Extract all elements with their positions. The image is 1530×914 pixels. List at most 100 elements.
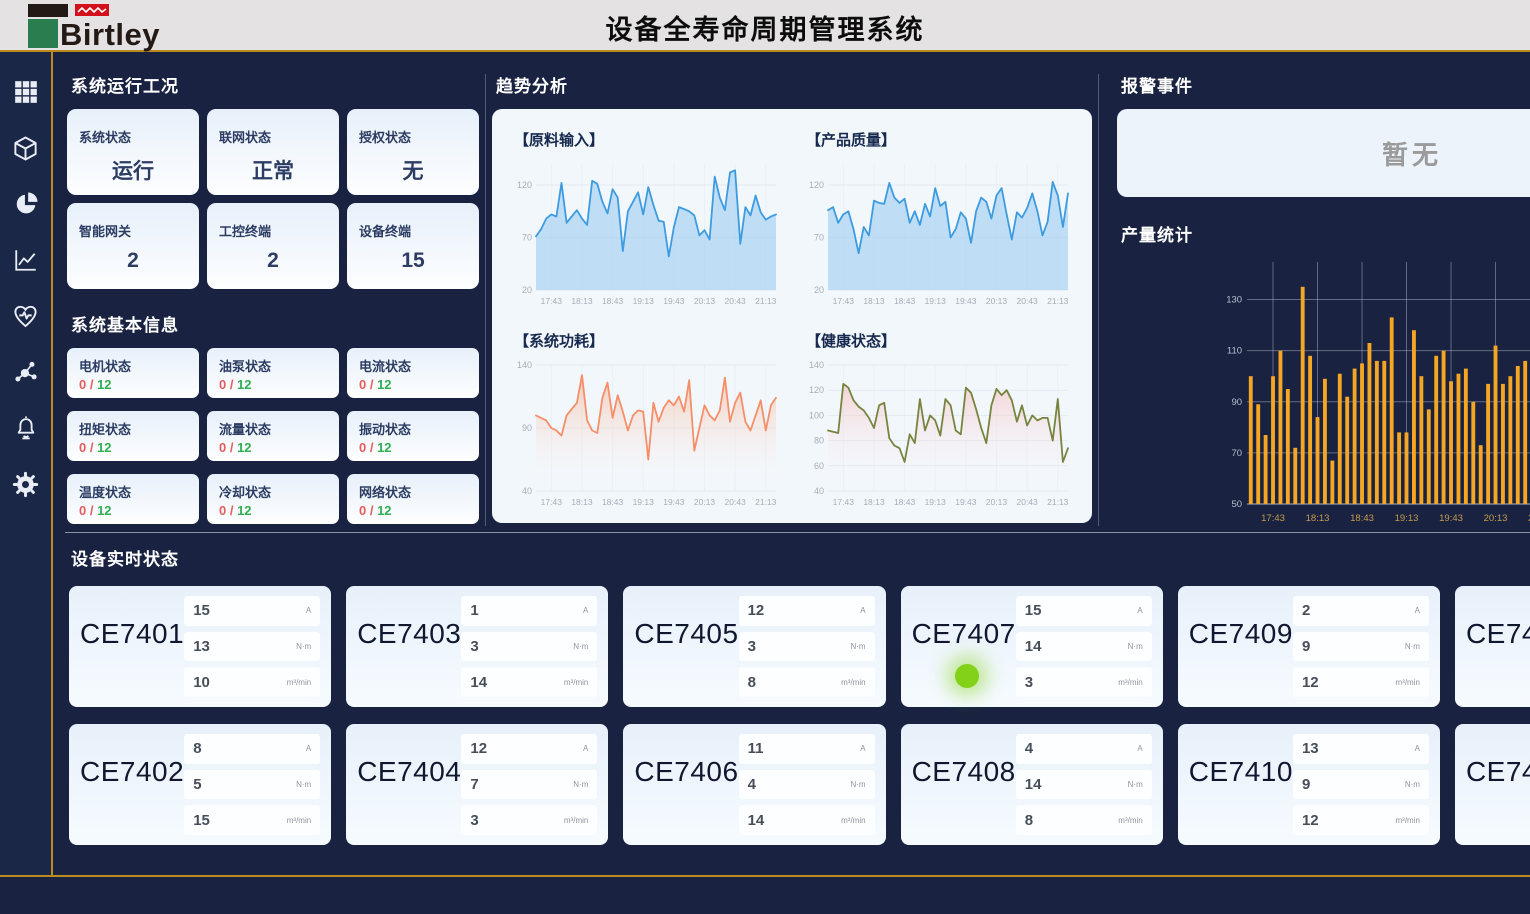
device-value: 4 (748, 776, 756, 793)
device-unit: A (1415, 606, 1420, 615)
info-card-value: 0 / 12 (359, 377, 467, 392)
svg-text:19:43: 19:43 (663, 296, 685, 306)
trend-chart-title: 【产品质量】 (806, 129, 1082, 150)
trend-icon[interactable] (12, 246, 40, 274)
device-value-row: 7N·m (461, 770, 597, 800)
alarm-count: 0 / (359, 377, 377, 392)
device-value: 11 (748, 740, 764, 757)
network-icon[interactable] (12, 358, 40, 386)
device-name: CE7401 (80, 618, 184, 697)
device-name: CE7409 (1189, 618, 1293, 697)
production-bar-chart: 17:4318:1318:4319:1319:4320:1320:4321:13… (1117, 258, 1530, 530)
health-icon[interactable] (12, 302, 40, 330)
device-value: 15 (1025, 602, 1042, 619)
device-card[interactable]: CE7412 6A 15N·m 10m³/min (1455, 724, 1530, 845)
device-values: 8A 5N·m 15m³/min (184, 734, 320, 835)
device-value: 1 (470, 602, 478, 619)
svg-text:19:13: 19:13 (633, 497, 655, 507)
section-title-production: 产量统计 (1121, 221, 1530, 246)
pie-icon[interactable] (12, 190, 40, 218)
device-value: 12 (1302, 674, 1319, 691)
device-value-row: 14m³/min (461, 667, 597, 697)
device-unit: N·m (573, 780, 588, 789)
svg-text:70: 70 (1231, 448, 1242, 459)
info-card-label: 电流状态 (359, 356, 467, 375)
info-card: 冷却状态 0 / 12 (207, 474, 339, 524)
status-card-label: 智能网关 (79, 221, 187, 240)
info-card-label: 振动状态 (359, 419, 467, 438)
info-card: 流量状态 0 / 12 (207, 411, 339, 461)
section-title-trend: 趋势分析 (496, 72, 1092, 97)
device-value-row: 14N·m (1016, 770, 1152, 800)
device-grid: CE7401 15A 13N·m 10m³/min CE7403 1A 3N·m… (67, 582, 1530, 845)
svg-text:18:43: 18:43 (602, 497, 624, 507)
device-unit: A (1137, 744, 1142, 753)
info-card: 振动状态 0 / 12 (347, 411, 479, 461)
device-value-row: 3N·m (461, 632, 597, 662)
device-card[interactable]: CE7408 4A 14N·m 8m³/min (901, 724, 1163, 845)
device-unit: m³/min (564, 678, 588, 687)
device-unit: m³/min (287, 816, 311, 825)
svg-text:100: 100 (809, 410, 824, 420)
device-card[interactable]: CE7402 8A 5N·m 15m³/min (69, 724, 331, 845)
cube-icon[interactable] (12, 134, 40, 162)
device-card[interactable]: CE7404 12A 7N·m 3m³/min (346, 724, 608, 845)
device-unit: N·m (296, 642, 311, 651)
info-card-value: 0 / 12 (359, 503, 467, 518)
svg-text:18:13: 18:13 (863, 296, 885, 306)
settings-icon[interactable] (12, 470, 40, 498)
status-card-label: 设备终端 (359, 221, 467, 240)
device-unit: m³/min (1118, 678, 1142, 687)
status-card-value: 无 (359, 155, 467, 185)
device-value-row: 9N·m (1293, 632, 1429, 662)
alarm-count: 0 / (79, 377, 97, 392)
device-value-row: 14N·m (1016, 632, 1152, 662)
device-card[interactable]: CE7411 10A 15N·m 11m³/min (1455, 586, 1530, 707)
bell-icon[interactable] (12, 414, 40, 442)
section-title-system-status: 系统运行工况 (71, 72, 479, 97)
device-card[interactable]: CE7401 15A 13N·m 10m³/min (69, 586, 331, 707)
device-value: 14 (1025, 776, 1042, 793)
device-value-row: 3 m³/min (1016, 667, 1152, 697)
status-card: 授权状态 无 (347, 109, 479, 195)
device-card[interactable]: CE7406 11A 4N·m 14m³/min (623, 724, 885, 845)
svg-text:19:13: 19:13 (633, 296, 655, 306)
device-value: 3 (748, 638, 756, 655)
device-value: 3 (1025, 674, 1033, 691)
svg-text:40: 40 (522, 486, 532, 496)
svg-text:20:43: 20:43 (1017, 296, 1039, 306)
device-unit: N·m (850, 642, 865, 651)
trend-chart-title: 【原料输入】 (514, 129, 790, 150)
device-value-row: 14m³/min (739, 805, 875, 835)
device-card[interactable]: CE7403 1A 3N·m 14m³/min (346, 586, 608, 707)
svg-text:20:43: 20:43 (725, 296, 747, 306)
info-card: 温度状态 0 / 12 (67, 474, 199, 524)
svg-text:20:13: 20:13 (694, 296, 716, 306)
total-count: 12 (237, 377, 251, 392)
svg-text:18:43: 18:43 (602, 296, 624, 306)
svg-text:21:13: 21:13 (1047, 497, 1069, 507)
device-value: 5 (193, 776, 201, 793)
svg-text:19:43: 19:43 (955, 296, 977, 306)
svg-text:17:43: 17:43 (833, 296, 855, 306)
svg-text:18:13: 18:13 (571, 296, 593, 306)
trend-chart-box: 【健康状态】 40608010012014017:4318:1318:4319:… (792, 316, 1084, 517)
device-card[interactable]: CE7409 2A 9N·m 12m³/min (1178, 586, 1440, 707)
device-value-row: 8A (184, 734, 320, 764)
status-card-value: 2 (219, 249, 327, 273)
device-value: 14 (1025, 638, 1042, 655)
status-card-label: 联网状态 (219, 127, 327, 146)
device-value-row: 3m³/min (461, 805, 597, 835)
device-value-row: 8m³/min (739, 667, 875, 697)
svg-text:140: 140 (517, 360, 532, 370)
apps-icon[interactable] (12, 78, 40, 106)
device-value: 8 (748, 674, 756, 691)
device-card[interactable]: CE7405 12A 3N·m 8m³/min (623, 586, 885, 707)
device-value: 10 (193, 674, 210, 691)
panel-devices: 设备实时状态 CE7401 15A 13N·m 10m³/min CE7403 … (65, 532, 1530, 845)
device-value-row: 11A (739, 734, 875, 764)
device-card[interactable]: CE7410 13A 9N·m 12m³/min (1178, 724, 1440, 845)
svg-text:70: 70 (522, 233, 532, 243)
device-value-row: 15A (1016, 596, 1152, 626)
device-card[interactable]: CE7407 15A 14N·m 3m³/min (901, 586, 1163, 707)
